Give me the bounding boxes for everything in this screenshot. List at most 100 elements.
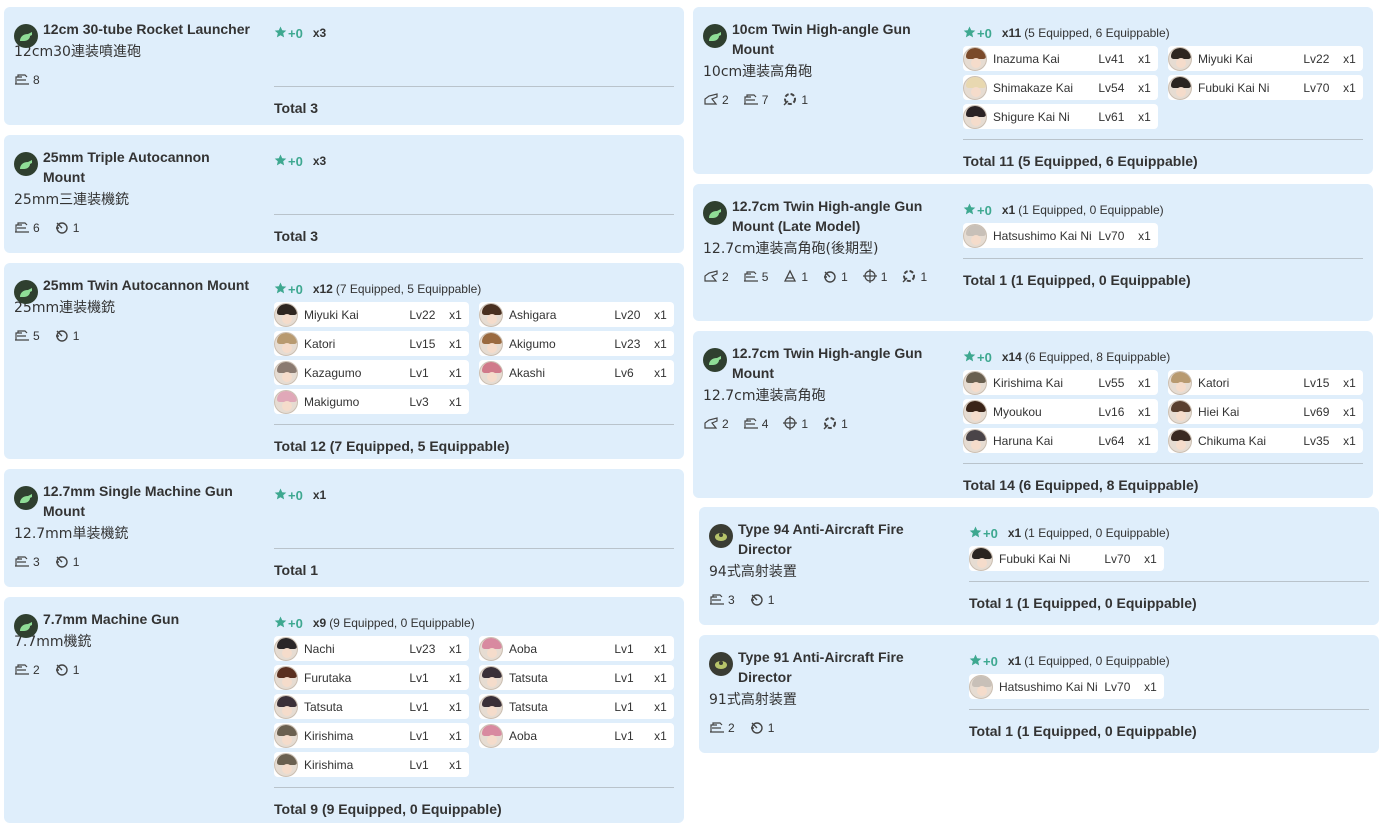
equipment-jp-name: 12.7cm連装高角砲: [703, 388, 826, 404]
equipment-header: 12.7mm Single Machine Gun Mount 12.7mm単装…: [14, 481, 254, 571]
aa-icon: [743, 93, 762, 108]
equipment-name[interactable]: 12cm 30-tube Rocket Launcher: [43, 19, 254, 39]
ship-entry[interactable]: Akashi Lv6 x1: [479, 360, 674, 385]
ship-equip-count: x1: [1138, 375, 1151, 390]
ship-entry[interactable]: Kirishima Kai Lv55 x1: [963, 370, 1158, 395]
divider: [274, 424, 674, 425]
ship-entry[interactable]: Tatsuta Lv1 x1: [274, 694, 469, 719]
ship-entry[interactable]: Hatsushimo Kai Ni Lv70 x1: [963, 223, 1158, 248]
equipment-name[interactable]: 7.7mm Machine Gun: [43, 609, 254, 629]
ship-entry[interactable]: Aoba Lv1 x1: [479, 636, 674, 661]
stat-value: 1: [72, 329, 80, 343]
improvement-row: +0 x3: [274, 152, 674, 170]
ship-entry[interactable]: Nachi Lv23 x1: [274, 636, 469, 661]
equipment-name[interactable]: 10cm Twin High-angle Gun Mount: [732, 19, 943, 59]
ship-name: Shigure Kai Ni: [993, 109, 1070, 124]
star-icon: [963, 350, 976, 365]
improvement-row: +0 x14 (6 Equipped, 8 Equippable): [963, 348, 1363, 366]
ship-entry[interactable]: Hatsushimo Kai Ni Lv70 x1: [969, 674, 1164, 699]
ship-level: Lv41: [1098, 51, 1125, 66]
equipment-name[interactable]: Type 94 Anti-Aircraft Fire Director: [738, 519, 949, 559]
ship-entry[interactable]: Fubuki Kai Ni Lv70 x1: [1168, 75, 1363, 100]
equipment-stats: 2 1: [14, 661, 254, 679]
ship-entry[interactable]: Miyuki Kai Lv22 x1: [1168, 46, 1363, 71]
ship-entry[interactable]: Ashigara Lv20 x1: [479, 302, 674, 327]
ship-entry[interactable]: Aoba Lv1 x1: [479, 723, 674, 748]
fire-director-icon: [709, 524, 733, 548]
equipment-name[interactable]: 12.7cm Twin High-angle Gun Mount: [732, 343, 943, 383]
improvement-row: +0 x1 (1 Equipped, 0 Equippable): [969, 524, 1369, 542]
improvement-row: +0 x1: [274, 486, 674, 504]
ship-entry[interactable]: Tatsuta Lv1 x1: [479, 665, 674, 690]
equipment-name[interactable]: 12.7mm Single Machine Gun Mount: [43, 481, 254, 521]
equipment-jp-name: 25mm三連装機銃: [14, 192, 130, 208]
ship-entry[interactable]: Tatsuta Lv1 x1: [479, 694, 674, 719]
ship-entry[interactable]: Katori Lv15 x1: [1168, 370, 1363, 395]
total-count: Total 1 (1 Equipped, 0 Equippable): [963, 272, 1191, 288]
ship-avatar: [274, 331, 298, 356]
equipment-ownership: +0 x14 (6 Equipped, 8 Equippable) Kirish…: [963, 348, 1363, 494]
ship-avatar: [969, 546, 993, 571]
divider: [274, 214, 674, 215]
ship-list: Kirishima Kai Lv55 x1 Katori Lv15 x1 Myo…: [963, 370, 1363, 453]
equipment-name[interactable]: 12.7cm Twin High-angle Gun Mount (Late M…: [732, 196, 943, 236]
improvement-level: +0: [288, 487, 303, 503]
ship-level: Lv70: [1303, 80, 1330, 95]
equipment-name[interactable]: Type 91 Anti-Aircraft Fire Director: [738, 647, 949, 687]
ship-entry[interactable]: Shigure Kai Ni Lv61 x1: [963, 104, 1158, 129]
equipment-ownership: +0 x11 (5 Equipped, 6 Equippable) Inazum…: [963, 24, 1363, 170]
total-count: Total 3: [274, 228, 319, 244]
ship-level: Lv35: [1303, 433, 1330, 448]
equipment-card: 10cm Twin High-angle Gun Mount 10cm連装高角砲…: [693, 7, 1373, 174]
ship-entry[interactable]: Hiei Kai Lv69 x1: [1168, 399, 1363, 424]
owned-count: x14: [1001, 350, 1022, 364]
owned-count-detail: (5 Equipped, 6 Equippable): [1024, 26, 1170, 40]
owned-count-detail: (1 Equipped, 0 Equippable): [1018, 203, 1164, 217]
ship-entry[interactable]: Akigumo Lv23 x1: [479, 331, 674, 356]
evasion-icon: [749, 720, 768, 737]
improvement-level: +0: [288, 25, 303, 41]
stat-value: 1: [801, 270, 809, 284]
aa-gun-icon: [703, 348, 727, 372]
equipment-ownership: +0 x1 (1 Equipped, 0 Equippable) Hatsush…: [963, 201, 1363, 289]
equipment-name[interactable]: 25mm Triple Autocannon Mount: [43, 147, 254, 187]
ship-entry[interactable]: Furutaka Lv1 x1: [274, 665, 469, 690]
stat-item: 8: [14, 71, 40, 89]
ship-entry[interactable]: Inazuma Kai Lv41 x1: [963, 46, 1158, 71]
ship-entry[interactable]: Kirishima Lv1 x1: [274, 752, 469, 777]
ship-avatar: [274, 723, 298, 748]
ship-avatar: [274, 360, 298, 385]
ship-entry[interactable]: Shimakaze Kai Lv54 x1: [963, 75, 1158, 100]
ship-entry[interactable]: Haruna Kai Lv64 x1: [963, 428, 1158, 453]
ship-entry[interactable]: Chikuma Kai Lv35 x1: [1168, 428, 1363, 453]
ship-equip-count: x1: [449, 365, 462, 380]
divider: [963, 258, 1363, 259]
ship-avatar: [479, 723, 503, 748]
ship-entry[interactable]: Makigumo Lv3 x1: [274, 389, 469, 414]
fire-director-icon: [709, 652, 733, 676]
improvement-row: +0 x1 (1 Equipped, 0 Equippable): [963, 201, 1363, 219]
ship-avatar: [479, 331, 503, 356]
equipment-header: 7.7mm Machine Gun 7.7mm機銃 2 1: [14, 609, 254, 679]
improvement-level: +0: [983, 525, 998, 541]
equipment-header: Type 94 Anti-Aircraft Fire Director 94式高…: [709, 519, 949, 609]
ship-equip-count: x1: [1138, 80, 1151, 95]
ship-equip-count: x1: [1144, 679, 1157, 694]
aa-icon: [709, 593, 728, 608]
equipment-stats: 5 1: [14, 327, 254, 345]
ship-entry[interactable]: Katori Lv15 x1: [274, 331, 469, 356]
aa-gun-icon: [14, 152, 38, 176]
ship-name: Miyuki Kai: [1198, 51, 1253, 66]
ship-entry[interactable]: Kazagumo Lv1 x1: [274, 360, 469, 385]
stat-value: 1: [880, 270, 888, 284]
ship-entry[interactable]: Myoukou Lv16 x1: [963, 399, 1158, 424]
equipment-stats: 2 5 1 1 1 1: [703, 268, 943, 286]
ship-entry[interactable]: Miyuki Kai Lv22 x1: [274, 302, 469, 327]
owned-count-detail: (9 Equipped, 0 Equippable): [329, 616, 475, 630]
equipment-name[interactable]: 25mm Twin Autocannon Mount: [43, 275, 254, 295]
improvement-row: +0 x11 (5 Equipped, 6 Equippable): [963, 24, 1363, 42]
ship-entry[interactable]: Kirishima Lv1 x1: [274, 723, 469, 748]
ship-entry[interactable]: Fubuki Kai Ni Lv70 x1: [969, 546, 1164, 571]
equipment-ownership: +0 x1 (1 Equipped, 0 Equippable) Fubuki …: [969, 524, 1369, 612]
ship-name: Tatsuta: [509, 670, 548, 685]
